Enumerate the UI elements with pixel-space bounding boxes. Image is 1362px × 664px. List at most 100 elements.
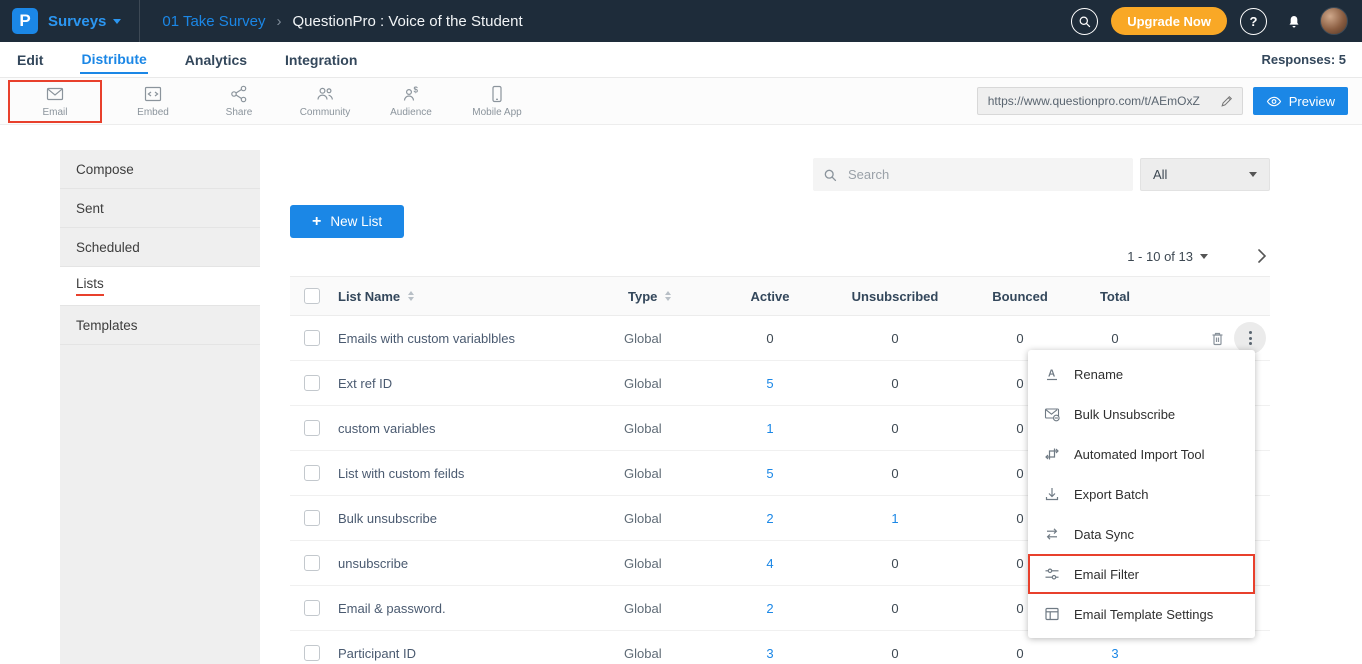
breadcrumb-survey-link[interactable]: 01 Take Survey <box>162 13 265 30</box>
sidebar-item-templates[interactable]: Templates <box>60 306 260 345</box>
active-count[interactable]: 2 <box>720 601 820 616</box>
list-type: Global <box>624 376 720 391</box>
questionpro-logo[interactable]: P <box>12 8 38 34</box>
list-name-link[interactable]: Participant ID <box>338 646 416 661</box>
edit-pencil-icon[interactable] <box>1220 94 1234 108</box>
active-count: 0 <box>720 331 820 346</box>
bell-icon <box>1285 12 1303 30</box>
row-checkbox[interactable] <box>304 420 320 436</box>
delete-list-button[interactable] <box>1205 326 1230 351</box>
row-checkbox[interactable] <box>304 330 320 346</box>
unsubscribed-count: 0 <box>820 466 970 481</box>
list-name-link[interactable]: List with custom feilds <box>338 466 464 481</box>
total-count[interactable]: 3 <box>1070 646 1160 661</box>
tab-distribute[interactable]: Distribute <box>80 45 147 74</box>
list-name-link[interactable]: Emails with custom variablbles <box>338 331 515 346</box>
column-label: Type <box>628 289 657 304</box>
channel-embed[interactable]: Embed <box>122 84 184 118</box>
list-type: Global <box>624 421 720 436</box>
menu-item-email-template-settings[interactable]: Email Template Settings <box>1028 594 1255 634</box>
sidebar-item-compose[interactable]: Compose <box>60 150 260 189</box>
unsubscribed-count[interactable]: 1 <box>820 511 970 526</box>
pagination-next-button[interactable] <box>1254 248 1270 264</box>
notifications-button[interactable] <box>1280 8 1307 35</box>
channel-audience[interactable]: $ Audience <box>380 84 442 118</box>
preview-label: Preview <box>1289 94 1335 109</box>
row-checkbox[interactable] <box>304 465 320 481</box>
column-label: List Name <box>338 289 400 304</box>
list-name-link[interactable]: custom variables <box>338 421 436 436</box>
active-count[interactable]: 5 <box>720 376 820 391</box>
channel-label: Share <box>226 107 253 118</box>
chevron-down-icon <box>1200 254 1208 259</box>
top-header: P Surveys 01 Take Survey › QuestionPro :… <box>0 0 1362 42</box>
list-name-link[interactable]: Email & password. <box>338 601 446 616</box>
active-count[interactable]: 4 <box>720 556 820 571</box>
menu-item-rename[interactable]: A Rename <box>1028 354 1255 394</box>
responses-count[interactable]: Responses: 5 <box>1261 52 1346 67</box>
menu-item-automated-import-tool[interactable]: Automated Import Tool <box>1028 434 1255 474</box>
tab-analytics[interactable]: Analytics <box>184 46 248 73</box>
active-count[interactable]: 1 <box>720 421 820 436</box>
email-sidebar: Compose Sent Scheduled Lists Templates <box>60 150 260 664</box>
active-count[interactable]: 2 <box>720 511 820 526</box>
search-button[interactable] <box>1071 8 1098 35</box>
row-checkbox[interactable] <box>304 375 320 391</box>
column-header-total: Total <box>1070 289 1160 304</box>
list-name-link[interactable]: unsubscribe <box>338 556 408 571</box>
active-count[interactable]: 3 <box>720 646 820 661</box>
sidebar-item-sent[interactable]: Sent <box>60 189 260 228</box>
select-all-checkbox[interactable] <box>304 288 320 304</box>
channel-mobile-app[interactable]: Mobile App <box>466 84 528 118</box>
product-switcher[interactable]: Surveys <box>48 13 121 30</box>
community-icon <box>314 84 336 104</box>
row-checkbox[interactable] <box>304 645 320 661</box>
row-checkbox[interactable] <box>304 555 320 571</box>
channel-label: Email <box>42 107 67 118</box>
list-search-box <box>813 158 1133 191</box>
pagination-range-dropdown[interactable]: 1 - 10 of 13 <box>1127 249 1208 264</box>
sidebar-item-lists[interactable]: Lists <box>60 267 260 306</box>
sidebar-item-scheduled[interactable]: Scheduled <box>60 228 260 267</box>
total-count: 0 <box>1070 331 1160 346</box>
channel-share[interactable]: Share <box>208 84 270 118</box>
menu-item-label: Data Sync <box>1074 527 1134 542</box>
filter-selected-value: All <box>1153 167 1167 182</box>
search-icon <box>1078 14 1091 29</box>
tab-integration[interactable]: Integration <box>284 46 358 73</box>
column-header-type[interactable]: Type <box>624 289 720 304</box>
survey-url-input[interactable] <box>986 93 1214 109</box>
user-avatar[interactable] <box>1320 7 1348 35</box>
row-checkbox[interactable] <box>304 600 320 616</box>
preview-button[interactable]: Preview <box>1253 87 1348 115</box>
new-list-button[interactable]: + New List <box>290 205 404 238</box>
channel-community[interactable]: Community <box>294 84 356 118</box>
list-name-link[interactable]: Ext ref ID <box>338 376 392 391</box>
menu-item-bulk-unsubscribe[interactable]: Bulk Unsubscribe <box>1028 394 1255 434</box>
list-filter-dropdown[interactable]: All <box>1140 158 1270 191</box>
sort-icon <box>408 291 414 301</box>
menu-item-export-batch[interactable]: Export Batch <box>1028 474 1255 514</box>
column-header-list-name[interactable]: List Name <box>334 289 624 304</box>
breadcrumb: 01 Take Survey › QuestionPro : Voice of … <box>162 13 522 30</box>
annotation-box-email: Email <box>8 80 102 123</box>
help-button[interactable]: ? <box>1240 8 1267 35</box>
export-batch-icon <box>1043 486 1061 502</box>
email-filter-icon <box>1043 566 1061 582</box>
channel-email[interactable]: Email <box>24 84 86 118</box>
sort-icon <box>665 291 671 301</box>
menu-item-email-filter[interactable]: Email Filter <box>1028 554 1255 594</box>
list-name-link[interactable]: Bulk unsubscribe <box>338 511 437 526</box>
list-type: Global <box>624 646 720 661</box>
unsubscribed-count: 0 <box>820 601 970 616</box>
row-checkbox[interactable] <box>304 510 320 526</box>
bulk-unsubscribe-icon <box>1043 406 1061 422</box>
svg-text:A: A <box>1048 369 1055 380</box>
active-count[interactable]: 5 <box>720 466 820 481</box>
upgrade-now-button[interactable]: Upgrade Now <box>1111 7 1227 35</box>
menu-item-data-sync[interactable]: Data Sync <box>1028 514 1255 554</box>
search-input[interactable] <box>846 166 1123 183</box>
tab-edit[interactable]: Edit <box>16 46 44 73</box>
survey-tabs: Edit Distribute Analytics Integration Re… <box>0 42 1362 78</box>
channel-label: Community <box>300 107 351 118</box>
